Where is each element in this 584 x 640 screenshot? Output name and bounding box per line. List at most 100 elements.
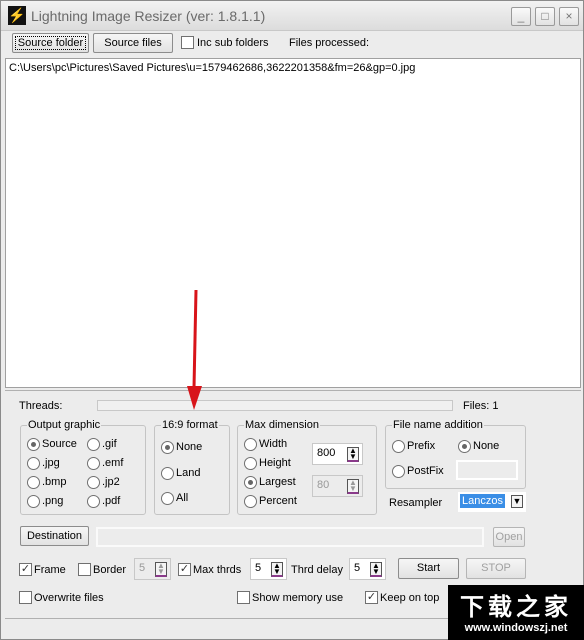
radio-emf[interactable]: [87, 457, 100, 470]
source-folder-button[interactable]: Source folder: [12, 33, 89, 53]
max-dimension-group: Max dimension: [237, 419, 377, 515]
open-button[interactable]: Open: [493, 527, 525, 547]
show-memory-label: Show memory use: [252, 592, 344, 604]
radio-format-land[interactable]: [161, 467, 174, 480]
divider: [5, 390, 581, 391]
resampler-label: Resampler: [389, 497, 443, 509]
thrd-delay-value[interactable]: 5: [354, 562, 360, 574]
file-name-addition-title: File name addition: [392, 419, 484, 431]
border-checkbox[interactable]: [78, 563, 91, 576]
watermark-url: www.windowszj.net: [464, 622, 568, 634]
radio-pdf-label: .pdf: [102, 495, 121, 507]
radio-largest-label: Largest: [259, 476, 296, 488]
spin-updown-icon[interactable]: ▲ ▼: [347, 447, 359, 462]
red-arrow-annotation: [187, 289, 202, 410]
title-bar[interactable]: ⚡ Lightning Image Resizer (ver: 1.8.1.1)…: [1, 1, 583, 31]
radio-emf-label: .emf: [102, 457, 124, 469]
border-value[interactable]: 5: [139, 562, 145, 574]
radio-height[interactable]: [244, 457, 257, 470]
keep-on-top-label: Keep on top: [380, 592, 440, 604]
size-spinner[interactable]: 800 ▲ ▼: [312, 443, 363, 465]
window-title: Lightning Image Resizer (ver: 1.8.1.1): [31, 8, 266, 24]
max-dimension-title: Max dimension: [244, 419, 320, 431]
max-thrds-checkbox[interactable]: ✓: [178, 563, 191, 576]
keep-on-top-checkbox[interactable]: ✓: [365, 591, 378, 604]
spin-updown-icon[interactable]: ▲ ▼: [271, 562, 283, 577]
size-value[interactable]: 800: [317, 447, 335, 459]
watermark-title: 下载之家: [460, 592, 572, 621]
max-thrds-value[interactable]: 5: [255, 562, 261, 574]
radio-format-none-label: None: [176, 441, 203, 453]
file-list-item[interactable]: C:\Users\pc\Pictures\Saved Pictures\u=15…: [9, 62, 415, 74]
radio-format-all[interactable]: [161, 492, 174, 505]
lightning-bolt-icon: ⚡: [8, 6, 26, 25]
maximize-button[interactable]: □: [535, 7, 555, 26]
radio-jpg[interactable]: [27, 457, 40, 470]
radio-bmp[interactable]: [27, 476, 40, 489]
percent-spinner[interactable]: 80 ▲ ▼: [312, 475, 363, 497]
source-files-button[interactable]: Source files: [93, 33, 173, 53]
radio-prefix[interactable]: [392, 440, 405, 453]
threads-progress-bar: [97, 400, 453, 411]
minimize-button[interactable]: _: [511, 7, 531, 26]
radio-percent-label: Percent: [259, 495, 297, 507]
app-window: ⚡ Lightning Image Resizer (ver: 1.8.1.1)…: [0, 0, 584, 640]
resampler-value: Lanczos: [460, 494, 505, 508]
radio-pdf[interactable]: [87, 495, 100, 508]
arrow-head: [187, 386, 202, 410]
radio-format-none[interactable]: [161, 441, 174, 454]
close-button[interactable]: ×: [559, 7, 579, 26]
radio-gif-label: .gif: [102, 438, 117, 450]
radio-png-label: .png: [42, 495, 64, 507]
border-spinner[interactable]: 5 ▲ ▼: [134, 558, 171, 580]
radio-source-label: Source: [42, 438, 77, 450]
radio-postfix-label: PostFix: [407, 465, 444, 477]
resampler-select[interactable]: Lanczos ▼: [458, 492, 526, 512]
radio-png[interactable]: [27, 495, 40, 508]
max-thrds-label: Max thrds: [193, 564, 242, 576]
files-processed-label: Files processed:: [289, 37, 370, 49]
radio-bmp-label: .bmp: [42, 476, 67, 488]
thrd-delay-label: Thrd delay: [291, 564, 343, 576]
inc-sub-folders-label: Inc sub folders: [197, 37, 269, 49]
frame-label: Frame: [34, 564, 66, 576]
radio-format-land-label: Land: [176, 467, 201, 479]
radio-jp2[interactable]: [87, 476, 100, 489]
spin-updown-icon[interactable]: ▲ ▼: [370, 562, 382, 577]
radio-name-none-label: None: [473, 440, 500, 452]
radio-jpg-label: .jpg: [42, 457, 60, 469]
show-memory-checkbox[interactable]: [237, 591, 250, 604]
radio-gif[interactable]: [87, 438, 100, 451]
overwrite-files-checkbox[interactable]: [19, 591, 32, 604]
radio-height-label: Height: [259, 457, 291, 469]
spin-updown-icon[interactable]: ▲ ▼: [347, 479, 359, 494]
stop-button[interactable]: STOP: [466, 558, 526, 579]
thrd-delay-spinner[interactable]: 5 ▲ ▼: [349, 558, 386, 580]
destination-path-input[interactable]: [96, 527, 484, 547]
spin-updown-icon[interactable]: ▲ ▼: [155, 562, 167, 577]
overwrite-files-label: Overwrite files: [34, 592, 104, 604]
radio-source[interactable]: [27, 438, 40, 451]
output-graphic-title: Output graphic: [27, 419, 102, 431]
files-count: Files: 1: [463, 400, 499, 412]
radio-largest[interactable]: [244, 476, 257, 489]
radio-width-label: Width: [259, 438, 288, 450]
threads-label: Threads:: [19, 400, 63, 412]
inc-sub-folders-checkbox[interactable]: [181, 36, 194, 49]
destination-button[interactable]: Destination: [20, 526, 89, 546]
arrow-shaft: [192, 289, 198, 389]
percent-value[interactable]: 80: [317, 479, 329, 491]
radio-percent[interactable]: [244, 495, 257, 508]
format-169-title: 16:9 format: [161, 419, 219, 431]
name-addition-input[interactable]: [456, 460, 518, 480]
radio-postfix[interactable]: [392, 465, 405, 478]
radio-prefix-label: Prefix: [407, 440, 436, 452]
border-label: Border: [93, 564, 127, 576]
radio-width[interactable]: [244, 438, 257, 451]
frame-checkbox[interactable]: ✓: [19, 563, 32, 576]
start-button[interactable]: Start: [398, 558, 459, 579]
radio-name-none[interactable]: [458, 440, 471, 453]
dropdown-arrow-icon[interactable]: ▼: [511, 495, 523, 508]
file-list[interactable]: C:\Users\pc\Pictures\Saved Pictures\u=15…: [5, 58, 581, 388]
max-thrds-spinner[interactable]: 5 ▲ ▼: [250, 558, 287, 580]
